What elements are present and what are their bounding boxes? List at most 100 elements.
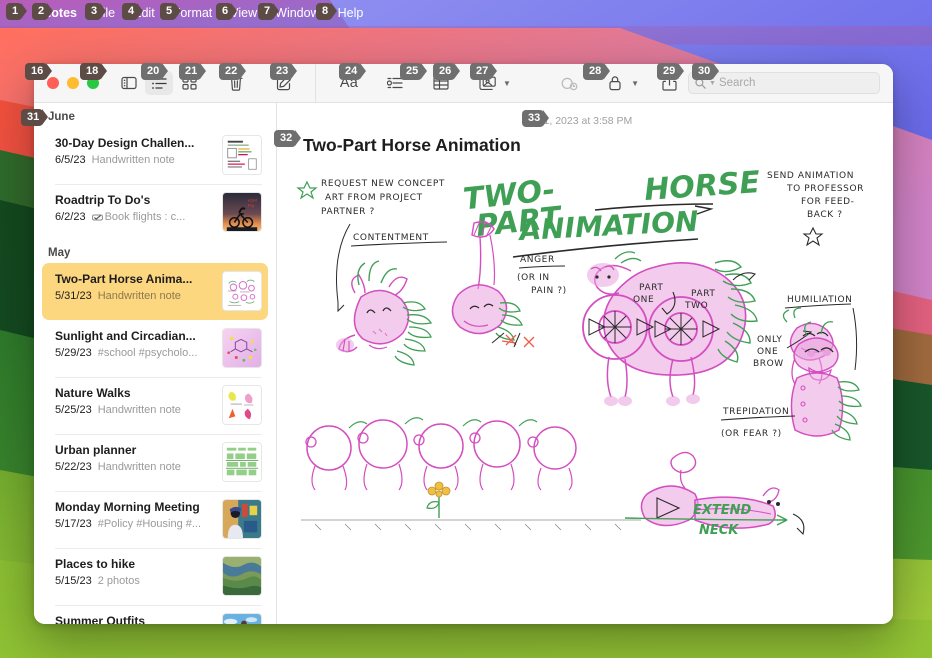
svg-text:ONE: ONE bbox=[633, 295, 654, 305]
tag-31: 31 bbox=[21, 109, 49, 126]
tag-21: 21 bbox=[179, 63, 207, 80]
svg-text:REQUEST NEW CONCEPT: REQUEST NEW CONCEPT bbox=[321, 179, 445, 189]
svg-text:TWO: TWO bbox=[684, 301, 708, 311]
tag-26: 26 bbox=[433, 63, 461, 80]
tag-32: 32 bbox=[274, 130, 302, 147]
note-detail-pane[interactable]: 31, 2023 at 3:58 PM Two-Part Horse Anima… bbox=[277, 103, 893, 624]
note-list-item[interactable]: Sunlight and Circadian... 5/29/23 #schoo… bbox=[42, 320, 268, 377]
svg-text:FOR FEED-: FOR FEED- bbox=[801, 197, 855, 207]
tag-20: 20 bbox=[141, 63, 169, 80]
svg-text:PARTNER ?: PARTNER ? bbox=[321, 207, 375, 217]
svg-text:PAIN ?): PAIN ?) bbox=[531, 286, 567, 296]
note-thumbnail bbox=[222, 271, 262, 311]
tag-16: 16 bbox=[25, 63, 53, 80]
note-title: Summer Outfits bbox=[55, 614, 146, 624]
tag-6: 6 bbox=[216, 3, 238, 20]
note-thumbnail bbox=[222, 328, 262, 368]
svg-text:EXTEND: EXTEND bbox=[693, 503, 752, 518]
search-placeholder: Search bbox=[718, 77, 756, 89]
note-list-item[interactable]: Urban planner 5/22/23 Handwritten note bbox=[42, 434, 268, 491]
svg-text:PART: PART bbox=[691, 289, 716, 299]
svg-text:ONE: ONE bbox=[757, 347, 778, 357]
svg-text:img: img bbox=[248, 203, 254, 207]
tag-4: 4 bbox=[122, 3, 144, 20]
note-list-item[interactable]: Summer Outfits 5/15/23 bbox=[42, 605, 268, 624]
note-list-item[interactable]: Monday Morning Meeting 5/17/23 #Policy #… bbox=[42, 491, 268, 548]
chevron-down-icon[interactable]: ▼ bbox=[709, 80, 716, 87]
note-thumbnail bbox=[222, 135, 262, 175]
note-date: 5/17/23 bbox=[55, 518, 92, 530]
note-title: Urban planner bbox=[55, 443, 137, 457]
note-subtitle: Handwritten note bbox=[97, 290, 181, 302]
tag-25: 25 bbox=[400, 63, 428, 80]
tag-28: 28 bbox=[583, 63, 611, 80]
checkbox-icon bbox=[91, 214, 103, 220]
note-title: Nature Walks bbox=[55, 386, 131, 400]
note-thumbnail bbox=[222, 442, 262, 482]
svg-text:CONTENTMENT: CONTENTMENT bbox=[353, 233, 429, 243]
tag-7: 7 bbox=[258, 3, 280, 20]
note-thumbnail bbox=[222, 385, 262, 425]
svg-text:ANGER: ANGER bbox=[520, 255, 555, 265]
note-list-item[interactable]: Roadtrip To Do's 6/2/23 Book flights : c… bbox=[42, 184, 268, 241]
tag-18: 18 bbox=[80, 63, 108, 80]
note-thumbnail bbox=[222, 499, 262, 539]
note-list-item[interactable]: Places to hike 5/15/23 2 photos bbox=[42, 548, 268, 605]
svg-text:ART FROM PROJECT: ART FROM PROJECT bbox=[325, 193, 423, 203]
svg-text:(OR FEAR ?): (OR FEAR ?) bbox=[721, 429, 782, 439]
svg-text:TO PROFESSOR: TO PROFESSOR bbox=[786, 184, 864, 194]
note-list-item[interactable]: 30-Day Design Challen... 6/5/23 Handwrit… bbox=[42, 127, 268, 184]
note-date: 5/22/23 bbox=[55, 461, 92, 473]
svg-text:PART: PART bbox=[639, 283, 664, 293]
note-timestamp: 31, 2023 at 3:58 PM bbox=[537, 115, 633, 127]
tag-2: 2 bbox=[32, 3, 54, 20]
sidebar-toggle-icon[interactable] bbox=[115, 71, 143, 95]
chevron-down-icon[interactable]: ▼ bbox=[503, 79, 511, 88]
note-date: 5/31/23 bbox=[55, 290, 92, 302]
note-date: 6/5/23 bbox=[55, 154, 86, 166]
note-title: Two-Part Horse Anima... bbox=[55, 272, 193, 286]
svg-text:SEND ANIMATION: SEND ANIMATION bbox=[767, 171, 854, 181]
note-title: Monday Morning Meeting bbox=[55, 500, 200, 514]
note-subtitle: Handwritten note bbox=[97, 461, 181, 473]
note-date: 6/2/23 bbox=[55, 211, 86, 223]
group-header-june: June bbox=[48, 111, 75, 123]
tag-22: 22 bbox=[219, 63, 247, 80]
tag-30: 30 bbox=[692, 63, 720, 80]
window-body: June 30-Day Design Challen... 6/5/23 Han… bbox=[34, 103, 893, 624]
svg-text:BROW: BROW bbox=[753, 359, 784, 369]
tag-23: 23 bbox=[270, 63, 298, 80]
handwritten-sketch-canvas[interactable]: .hw { font-family: "DejaVu Sans", sans-s… bbox=[295, 160, 875, 564]
collaborate-icon[interactable] bbox=[552, 71, 586, 95]
minimize-button[interactable] bbox=[67, 77, 79, 89]
svg-text:BACK ?: BACK ? bbox=[807, 210, 843, 220]
tag-33: 33 bbox=[522, 110, 550, 127]
note-date: 5/29/23 bbox=[55, 347, 92, 359]
tag-27: 27 bbox=[470, 63, 498, 80]
note-list-item[interactable]: Nature Walks 5/25/23 Handwritten note bbox=[42, 377, 268, 434]
note-title: 30-Day Design Challen... bbox=[55, 136, 195, 150]
notes-window: Aa ▼ ▼ ▼ Search June 30-Day Design Chall… bbox=[34, 64, 893, 624]
svg-text:eQed: eQed bbox=[248, 199, 257, 203]
note-thumbnail bbox=[222, 556, 262, 596]
note-subtitle: Handwritten note bbox=[91, 154, 175, 166]
svg-text:ONLY: ONLY bbox=[757, 335, 783, 345]
note-subtitle: Book flights : c... bbox=[104, 211, 186, 223]
note-subtitle: Handwritten note bbox=[97, 404, 181, 416]
note-date: 5/25/23 bbox=[55, 404, 92, 416]
note-list-item-selected[interactable]: Two-Part Horse Anima... 5/31/23 Handwrit… bbox=[42, 263, 268, 320]
svg-text:TREPIDATION: TREPIDATION bbox=[722, 407, 789, 417]
note-title: Roadtrip To Do's bbox=[55, 193, 151, 207]
note-detail-title: Two-Part Horse Animation bbox=[303, 135, 521, 155]
note-title: Sunlight and Circadian... bbox=[55, 329, 196, 343]
tag-1: 1 bbox=[6, 3, 28, 20]
tag-5: 5 bbox=[160, 3, 182, 20]
svg-text:HORSE: HORSE bbox=[643, 165, 761, 208]
note-list[interactable]: June 30-Day Design Challen... 6/5/23 Han… bbox=[34, 103, 277, 624]
tag-8: 8 bbox=[316, 3, 338, 20]
note-thumbnail bbox=[222, 613, 262, 624]
chevron-down-icon[interactable]: ▼ bbox=[631, 79, 639, 88]
svg-text:NECK: NECK bbox=[699, 523, 739, 538]
svg-text:(OR IN: (OR IN bbox=[517, 273, 550, 283]
tag-24: 24 bbox=[339, 63, 367, 80]
